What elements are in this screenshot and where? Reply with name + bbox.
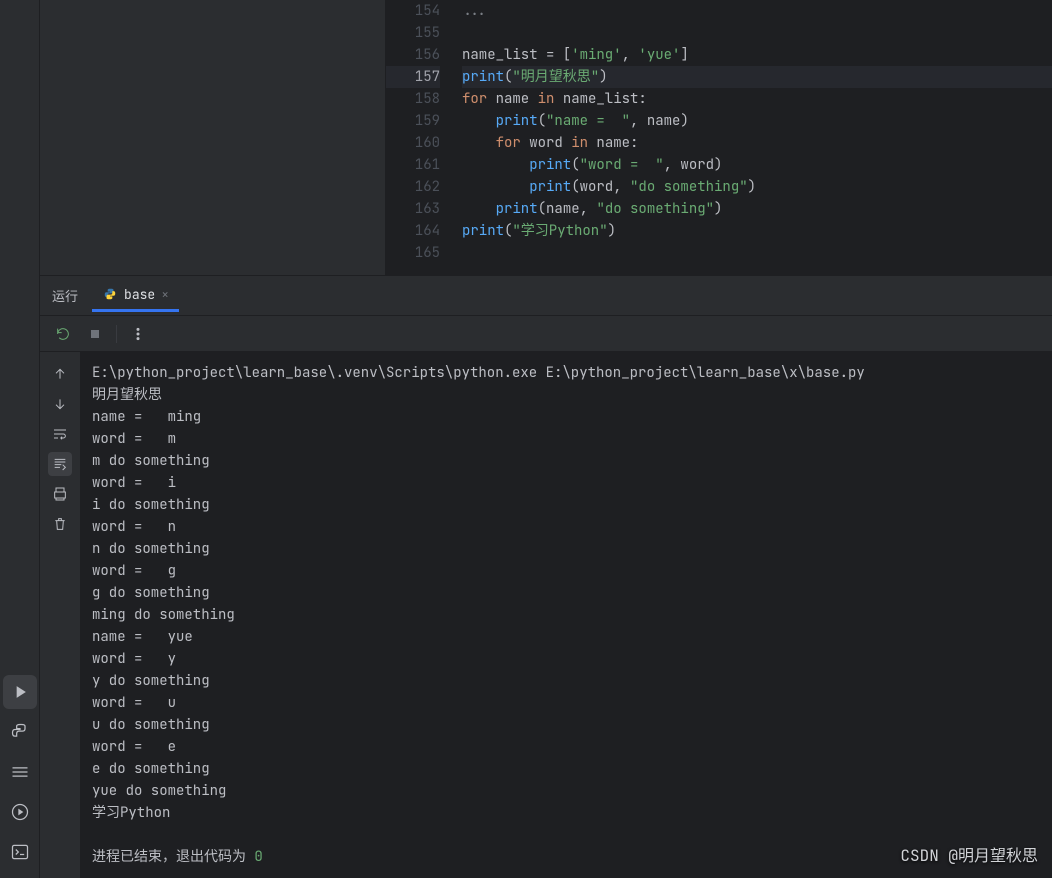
up-arrow-icon[interactable] <box>48 362 72 386</box>
code-line[interactable]: print("学习Python") <box>462 220 1052 242</box>
code-line[interactable]: for word in name: <box>462 132 1052 154</box>
soft-wrap-icon[interactable] <box>48 422 72 446</box>
line-number: 158 <box>386 88 440 110</box>
stop-icon[interactable] <box>84 323 106 345</box>
line-number: 160 <box>386 132 440 154</box>
code-line[interactable]: print(name, "do something") <box>462 198 1052 220</box>
trash-icon[interactable] <box>48 512 72 536</box>
run-title: 运行 <box>52 286 78 305</box>
editor-area: 154155156157158159160161162163164165 ...… <box>40 0 1052 276</box>
console-output[interactable]: E:\python_project\learn_base\.venv\Scrip… <box>80 352 1052 878</box>
code-line[interactable]: print("word = ", word) <box>462 154 1052 176</box>
run-tool-icon[interactable] <box>3 675 37 709</box>
code-editor[interactable]: 154155156157158159160161162163164165 ...… <box>386 0 1052 275</box>
scroll-to-end-icon[interactable] <box>48 452 72 476</box>
down-arrow-icon[interactable] <box>48 392 72 416</box>
code-line[interactable]: print("明月望秋思") <box>462 66 1052 88</box>
python-file-icon <box>102 286 118 302</box>
line-number: 157 <box>386 66 440 88</box>
line-number: 163 <box>386 198 440 220</box>
run-tab-label: base <box>124 286 155 303</box>
services-icon[interactable] <box>3 755 37 789</box>
more-icon[interactable] <box>127 323 149 345</box>
line-number-gutter: 154155156157158159160161162163164165 <box>386 0 458 275</box>
debug-icon[interactable] <box>3 795 37 829</box>
main-column: 154155156157158159160161162163164165 ...… <box>40 0 1052 878</box>
left-tool-rail <box>0 0 40 878</box>
code-lines[interactable]: ... name_list = ['ming', 'yue']print("明月望… <box>458 0 1052 275</box>
exit-status-line: 进程已结束，退出代码为 0 <box>92 846 1040 868</box>
line-number: 155 <box>386 22 440 44</box>
console-gutter <box>40 352 80 878</box>
line-number: 156 <box>386 44 440 66</box>
run-tabs-bar: 运行 base × <box>40 276 1052 316</box>
run-panel: 运行 base × <box>40 276 1052 878</box>
code-line[interactable]: for name in name_list: <box>462 88 1052 110</box>
line-number: 164 <box>386 220 440 242</box>
code-line[interactable]: print("name = ", name) <box>462 110 1052 132</box>
code-line[interactable] <box>462 242 1052 264</box>
print-icon[interactable] <box>48 482 72 506</box>
line-number: 165 <box>386 242 440 264</box>
run-toolbar <box>40 316 1052 352</box>
line-number: 154 <box>386 0 440 22</box>
line-number: 161 <box>386 154 440 176</box>
project-panel[interactable] <box>40 0 386 275</box>
toolbar-divider <box>116 325 117 343</box>
code-line[interactable] <box>462 22 1052 44</box>
watermark: CSDN @明月望秋思 <box>900 842 1038 866</box>
line-number: 159 <box>386 110 440 132</box>
rerun-icon[interactable] <box>52 323 74 345</box>
console-area: E:\python_project\learn_base\.venv\Scrip… <box>40 352 1052 878</box>
code-line[interactable]: name_list = ['ming', 'yue'] <box>462 44 1052 66</box>
terminal-icon[interactable] <box>3 835 37 869</box>
code-line[interactable]: print(word, "do something") <box>462 176 1052 198</box>
close-icon[interactable]: × <box>161 286 169 303</box>
run-tab-base[interactable]: base × <box>92 280 179 312</box>
line-number: 162 <box>386 176 440 198</box>
code-line[interactable]: ... <box>462 0 1052 22</box>
python-console-icon[interactable] <box>3 715 37 749</box>
